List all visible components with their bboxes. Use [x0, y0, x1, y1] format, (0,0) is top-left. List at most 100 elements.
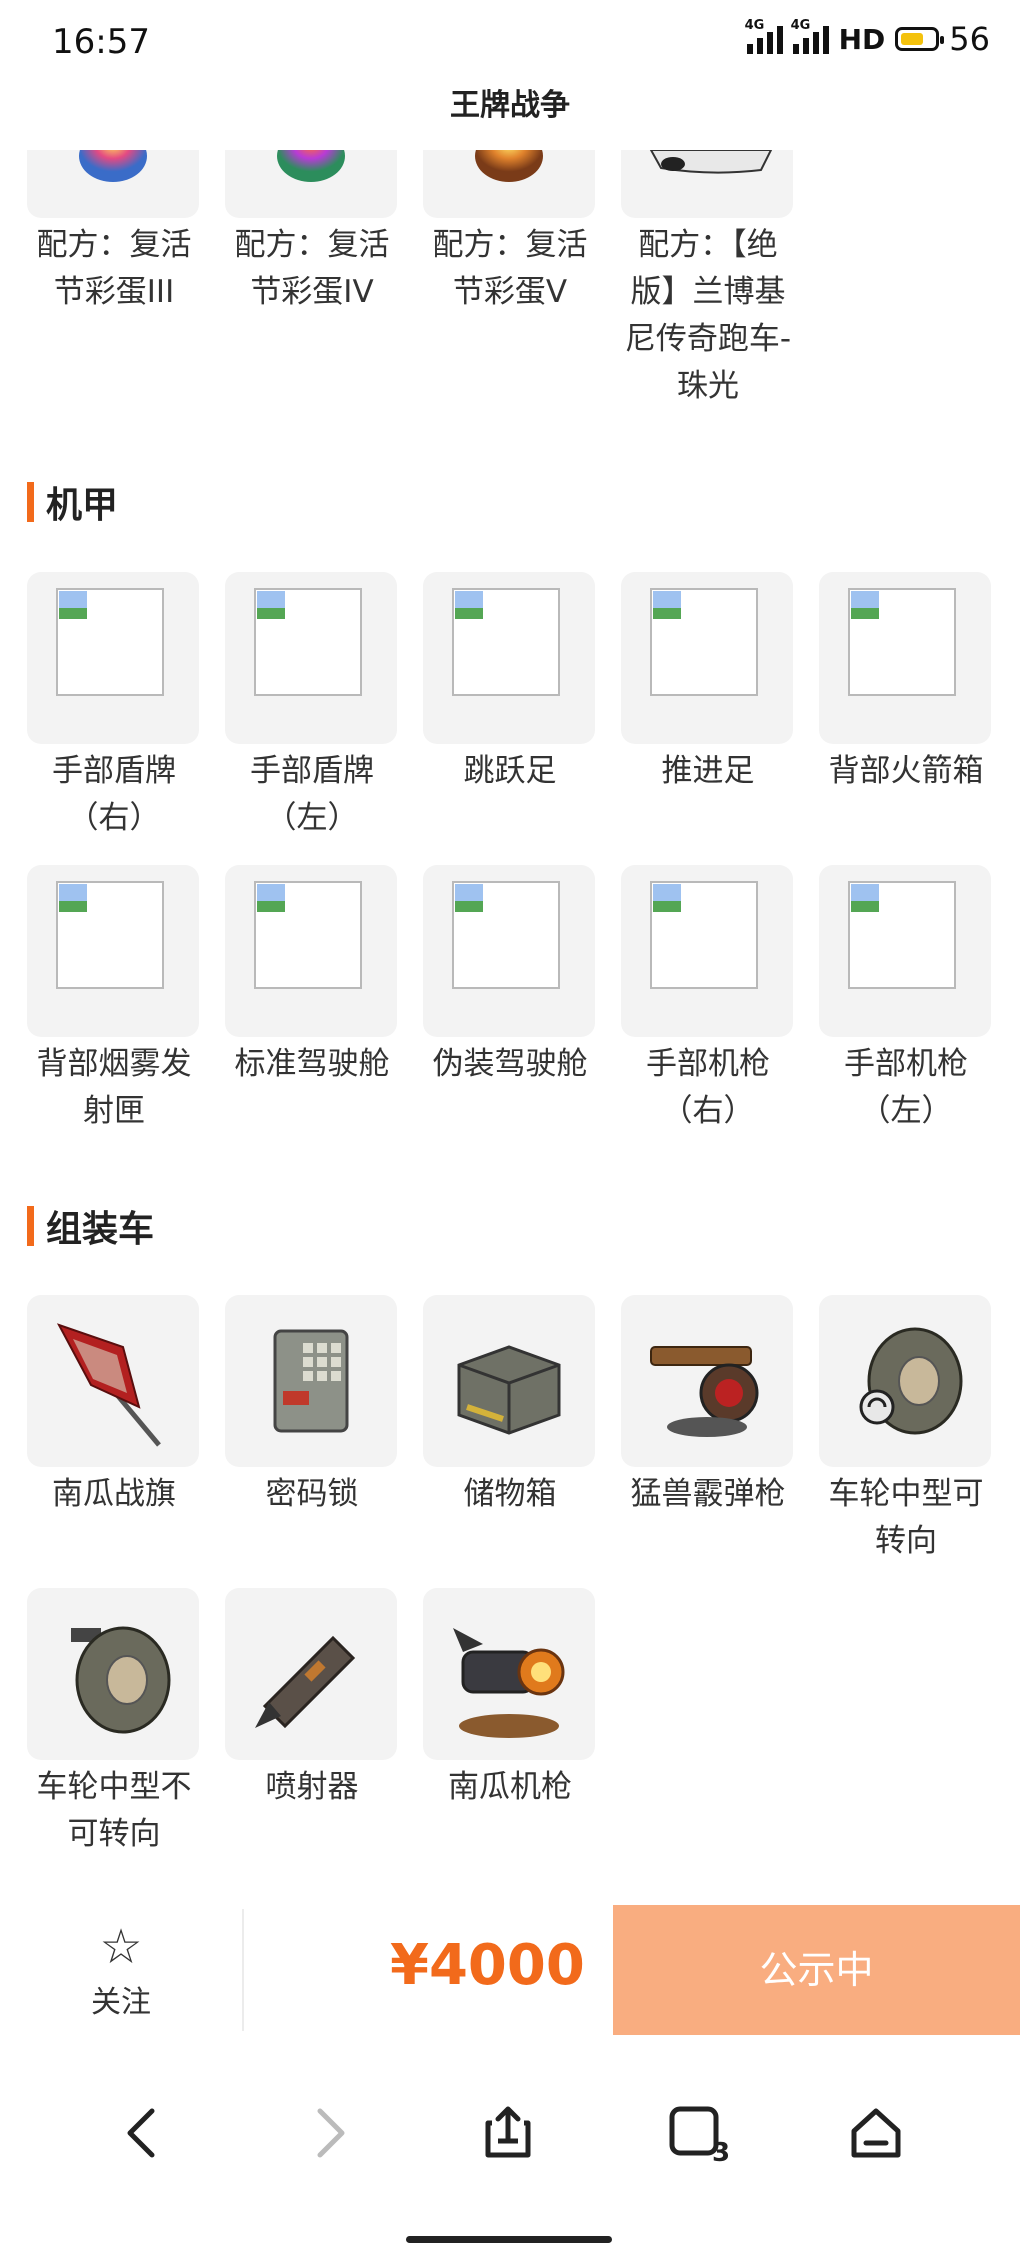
browser-nav-bar: 3: [0, 2035, 1020, 2205]
back-button[interactable]: [102, 2093, 182, 2173]
home-icon: [851, 2108, 901, 2158]
grid-item[interactable]: 配方：复活节彩蛋IV: [225, 150, 399, 316]
thruster-icon: [255, 1635, 356, 1729]
grid-item[interactable]: 配方：复活节彩蛋V: [423, 150, 597, 316]
grid-item[interactable]: 南瓜战旗: [27, 1295, 201, 1518]
grid-item[interactable]: 跳跃足: [423, 572, 597, 795]
item-label: 南瓜机枪: [448, 1769, 572, 1805]
share-button[interactable]: [468, 2093, 548, 2173]
tabs-button[interactable]: 3: [658, 2093, 738, 2173]
item-label: 手部机枪（右）: [646, 1046, 770, 1129]
broken-image-icon: [56, 588, 164, 696]
section-title: 机甲: [46, 485, 119, 526]
home-button[interactable]: [836, 2093, 916, 2173]
item-label: 手部机枪（左）: [844, 1046, 968, 1129]
grid-item[interactable]: 猛兽霰弹枪: [621, 1295, 795, 1518]
section-accent-bar: [27, 482, 34, 522]
grid-item[interactable]: 手部盾牌（右）: [27, 572, 201, 842]
broken-image-icon: [650, 588, 758, 696]
share-icon: [485, 2106, 531, 2158]
broken-image-icon: [848, 881, 956, 989]
item-thumb: [225, 1295, 397, 1467]
item-label: 手部盾牌（左）: [250, 753, 374, 836]
item-label: 南瓜战旗: [52, 1476, 176, 1512]
item-thumb: [819, 865, 991, 1037]
section-header-assembled-vehicle: 组装车: [27, 1202, 154, 1250]
grid-item[interactable]: 手部机枪（右）: [621, 865, 795, 1135]
wheel-fixed-icon: [71, 1626, 171, 1734]
section-accent-bar: [27, 1206, 34, 1246]
item-thumb: [621, 1295, 793, 1467]
pumpkin-machine-gun-icon: [453, 1628, 565, 1738]
status-icons: 4G 4G HD 56: [745, 18, 990, 58]
item-thumb: [819, 1295, 991, 1467]
item-thumb: [225, 150, 397, 218]
item-thumb: [423, 865, 595, 1037]
grid-item[interactable]: 车轮中型不可转向: [27, 1588, 201, 1858]
grid-item[interactable]: 配方：复活节彩蛋III: [27, 150, 201, 316]
item-thumb: [621, 572, 793, 744]
status-time: 16:57: [52, 22, 150, 62]
grid-item[interactable]: 车轮中型可转向: [819, 1295, 993, 1565]
item-thumb: [621, 150, 793, 218]
item-label: 车轮中型不可转向: [36, 1769, 192, 1852]
item-label: 背部烟雾发射匣: [36, 1046, 192, 1129]
grid-item[interactable]: 密码锁: [225, 1295, 399, 1518]
grid-item[interactable]: 背部烟雾发射匣: [27, 865, 201, 1135]
item-label: 配方：复活节彩蛋IV: [234, 227, 390, 310]
item-label: 猛兽霰弹枪: [630, 1476, 786, 1512]
item-label: 配方：复活节彩蛋III: [36, 227, 192, 310]
follow-label: 关注: [91, 1985, 151, 2020]
grid-item[interactable]: 背部火箭箱: [819, 572, 993, 795]
grid-item[interactable]: 伪装驾驶舱: [423, 865, 597, 1088]
bottom-action-bar: ☆ 关注 ¥4000 公示中: [0, 1905, 1020, 2035]
item-label: 喷射器: [265, 1769, 359, 1805]
easter-egg-icon: [277, 150, 345, 182]
item-label: 跳跃足: [463, 753, 557, 789]
beast-shotgun-icon: [650, 1346, 759, 1437]
battery-percent: 56: [949, 20, 990, 58]
easter-egg-icon: [79, 150, 147, 182]
section-title: 组装车: [46, 1209, 155, 1250]
signal-icon: 4G: [791, 18, 829, 54]
gesture-bar[interactable]: [406, 2236, 612, 2243]
grid-item[interactable]: 推进足: [621, 572, 795, 795]
grid-item[interactable]: 储物箱: [423, 1295, 597, 1518]
broken-image-icon: [452, 588, 560, 696]
broken-image-icon: [254, 588, 362, 696]
sports-car-icon: [649, 150, 773, 174]
item-label: 手部盾牌（右）: [52, 753, 176, 836]
item-thumb: [225, 1588, 397, 1760]
item-thumb: [819, 572, 991, 744]
item-thumb: [27, 150, 199, 218]
pumpkin-flag-icon: [56, 1323, 161, 1447]
battery-icon: [895, 27, 945, 51]
item-thumb: [423, 150, 595, 218]
network-type-2: 4G: [790, 18, 811, 33]
grid-item[interactable]: 标准驾驶舱: [225, 865, 399, 1088]
item-thumb: [423, 572, 595, 744]
item-label: 背部火箭箱: [828, 753, 984, 789]
grid-item[interactable]: 喷射器: [225, 1588, 399, 1811]
wheel-steerable-icon: [859, 1327, 963, 1435]
content-area[interactable]: 配方：复活节彩蛋III 配方：复活节彩蛋IV 配方：复活节彩蛋V 配方：【绝版】…: [0, 150, 1020, 1875]
grid-item[interactable]: 手部机枪（左）: [819, 865, 993, 1135]
star-icon: ☆: [99, 1919, 143, 1975]
easter-egg-icon: [475, 150, 543, 182]
broken-image-icon: [452, 881, 560, 989]
item-thumb: [225, 572, 397, 744]
broken-image-icon: [650, 881, 758, 989]
item-label: 配方：【绝版】兰博基尼传奇跑车-珠光: [624, 227, 792, 404]
tabs-icon: 3: [669, 2106, 730, 2165]
grid-item[interactable]: 手部盾牌（左）: [225, 572, 399, 842]
page-title: 王牌战争: [450, 88, 570, 123]
follow-button[interactable]: ☆ 关注: [0, 1905, 242, 2035]
forward-button[interactable]: [290, 2093, 370, 2173]
item-label: 配方：复活节彩蛋V: [432, 227, 588, 310]
item-thumb: [423, 1295, 595, 1467]
grid-item[interactable]: 配方：【绝版】兰博基尼传奇跑车-珠光: [621, 150, 795, 410]
grid-item[interactable]: 南瓜机枪: [423, 1588, 597, 1811]
item-thumb: [27, 1295, 199, 1467]
status-bar: 16:57 4G 4G HD 56: [0, 0, 1020, 86]
status-button[interactable]: 公示中: [613, 1905, 1020, 2035]
